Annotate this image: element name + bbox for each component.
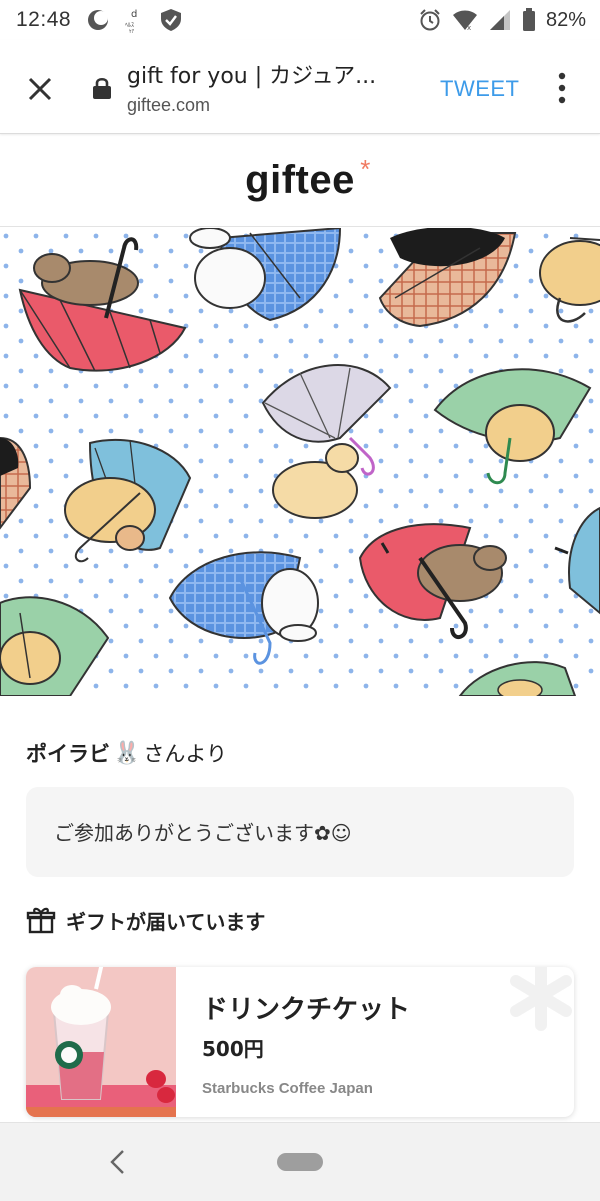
page-title: gift for you | カジュア... (127, 64, 377, 89)
sender-name: ポイラビ (26, 742, 110, 766)
moon-icon (88, 10, 109, 30)
more-options-icon[interactable] (552, 71, 572, 105)
hero-illustration (0, 228, 600, 696)
gift-message: ご参加ありがとうございます✿☺ (54, 821, 352, 845)
signal-icon (489, 10, 510, 30)
svg-text:d: d (131, 9, 137, 20)
lock-icon (93, 77, 111, 99)
back-icon[interactable] (104, 1147, 134, 1177)
battery-icon (522, 8, 535, 31)
logo-star: * (360, 153, 371, 184)
page-domain: giftee.com (127, 95, 211, 115)
shield-icon (161, 9, 182, 31)
status-left-icons: d ﾍﾙｽ ｹｱ (87, 7, 183, 33)
status-time: 12:48 (16, 8, 72, 31)
gift-icon (26, 907, 56, 934)
asterisk-watermark-icon (510, 967, 572, 1031)
product-name: ドリンクチケット (202, 995, 411, 1025)
sender-suffix: さんより (143, 742, 227, 766)
tweet-button[interactable]: TWEET (440, 76, 520, 102)
site-header: giftee * (0, 134, 600, 227)
rabbit-emoji-icon: 🐰 (113, 740, 141, 766)
rabbit-umbrella-illustration (0, 228, 600, 696)
gift-section-heading: ギフトが届いています (26, 905, 265, 935)
battery-percent: 82% (545, 8, 586, 31)
sender-line: ポイラビ 🐰 さんより (26, 738, 227, 768)
wifi-icon: x (452, 10, 477, 31)
gift-section-label: ギフトが届いています (66, 909, 266, 934)
home-pill[interactable] (277, 1153, 323, 1171)
logo-text: giftee (245, 157, 355, 202)
svg-text:x: x (467, 24, 471, 31)
status-right-icons: x 82% (418, 0, 586, 40)
close-icon[interactable] (24, 73, 56, 105)
drink-thumbnail (26, 967, 176, 1117)
system-nav-bar (0, 1122, 600, 1201)
svg-text:ｹｱ: ｹｱ (129, 29, 135, 33)
svg-text:ﾍﾙｽ: ﾍﾙｽ (125, 22, 134, 29)
message-box: ご参加ありがとうございます✿☺ (26, 787, 574, 877)
status-bar: 12:48 d ﾍﾙｽ ｹｱ x 82% (0, 0, 600, 40)
browser-toolbar: gift for you | カジュア... giftee.com TWEET (0, 40, 600, 134)
product-brand: Starbucks Coffee Japan (202, 1080, 373, 1097)
product-price: 500円 (202, 1037, 264, 1061)
gift-card[interactable]: ドリンクチケット 500円 Starbucks Coffee Japan (26, 967, 574, 1117)
alarm-icon (420, 9, 440, 31)
d-health-icon: d ﾍﾙｽｹｱ (125, 9, 137, 33)
giftee-logo[interactable]: giftee * (245, 154, 370, 203)
